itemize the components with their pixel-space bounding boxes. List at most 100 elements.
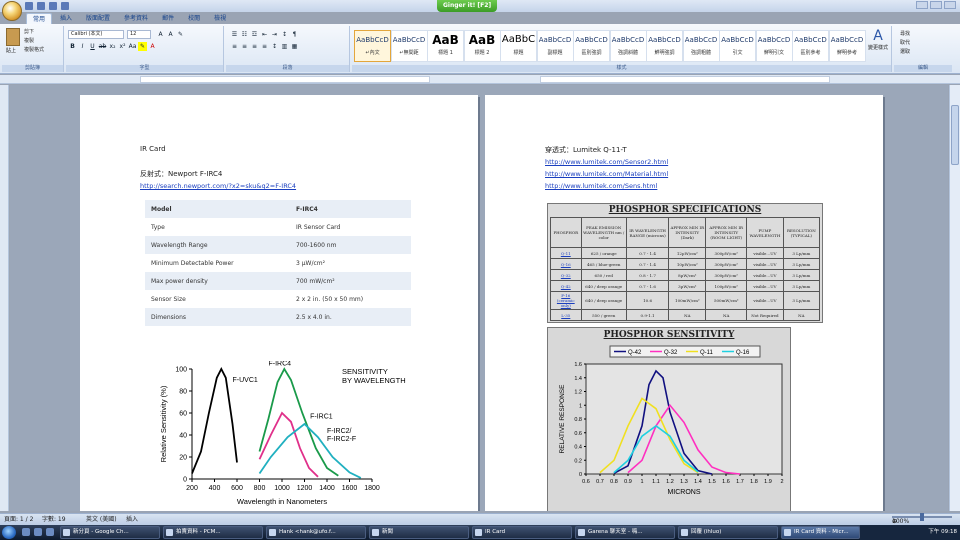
font-size-box[interactable]: 12 xyxy=(127,30,151,39)
numbering-icon[interactable]: ☷ xyxy=(240,30,249,39)
tab-mailings[interactable]: 郵件 xyxy=(156,13,180,24)
horizontal-ruler[interactable] xyxy=(0,75,960,84)
change-case-icon[interactable]: Aa xyxy=(128,42,137,51)
newport-link[interactable]: http://search.newport.com/?x2=sku&q2=F-I… xyxy=(140,182,296,190)
multilevel-list-icon[interactable]: ☲ xyxy=(250,30,259,39)
scroll-thumb[interactable] xyxy=(951,105,959,165)
x-tick-label: 200 xyxy=(186,485,198,492)
decrease-indent-icon[interactable]: ⇤ xyxy=(260,30,269,39)
increase-indent-icon[interactable]: ⇥ xyxy=(270,30,279,39)
borders-icon[interactable]: ▦ xyxy=(290,42,299,51)
tab-page-layout[interactable]: 版面配置 xyxy=(80,13,116,24)
show-marks-icon[interactable]: ¶ xyxy=(290,30,299,39)
tab-references[interactable]: 參考資料 xyxy=(118,13,154,24)
justify-icon[interactable]: ≡ xyxy=(260,42,269,51)
highlight-icon[interactable]: ✎ xyxy=(138,42,147,51)
tab-view[interactable]: 檢視 xyxy=(208,13,232,24)
style-item[interactable]: AaBbCcD 區別強調 xyxy=(573,30,610,62)
italic-icon[interactable]: I xyxy=(78,42,87,51)
zoom-slider[interactable] xyxy=(892,513,952,521)
underline-icon[interactable]: U xyxy=(88,42,97,51)
style-item[interactable]: AaBbCcD 區別參考 xyxy=(792,30,829,62)
minimize-button[interactable] xyxy=(916,1,928,9)
change-styles-button[interactable]: A 變更樣式 xyxy=(866,28,890,62)
align-left-icon[interactable]: ≡ xyxy=(230,42,239,51)
start-button[interactable] xyxy=(2,526,16,539)
vertical-ruler[interactable] xyxy=(0,85,9,511)
explorer-icon[interactable] xyxy=(46,528,54,536)
style-item[interactable]: AaBbCcD 強調粗體 xyxy=(682,30,720,62)
bold-icon[interactable]: B xyxy=(68,42,77,51)
style-item[interactable]: AaBbCcD ↵無間距 xyxy=(390,30,428,62)
cut-button[interactable]: 剪下 xyxy=(24,28,44,37)
vertical-scrollbar[interactable] xyxy=(949,85,960,511)
ginger-button[interactable]: Ginger it! [F2] xyxy=(437,0,498,12)
style-item[interactable]: AaBbCcD 強調斜體 xyxy=(609,30,647,62)
style-sample: AaBbCcD xyxy=(538,36,572,44)
x-tick-label: 800 xyxy=(254,485,266,492)
table-cell: Sensor Size xyxy=(151,295,186,303)
subscript-icon[interactable]: x₂ xyxy=(108,42,117,51)
taskbar-button[interactable]: Garena 聊天室 - 嗨... xyxy=(575,526,675,539)
paste-icon[interactable] xyxy=(6,28,20,46)
lumitek-link-sens[interactable]: http://www.lumitek.com/Sens.html xyxy=(545,182,657,190)
zoom-knob[interactable] xyxy=(920,513,924,521)
tab-insert[interactable]: 插入 xyxy=(54,13,78,24)
style-item[interactable]: AaB 標題 1 xyxy=(427,30,464,62)
tab-home[interactable]: 常用 xyxy=(26,13,53,24)
clear-format-icon[interactable]: ✎ xyxy=(176,30,185,39)
strikethrough-icon[interactable]: ab xyxy=(98,42,107,51)
page-2[interactable]: 穿透式：Lumitek Q-11-T http://www.lumitek.co… xyxy=(485,95,883,511)
y-tick-label: 40 xyxy=(179,433,187,440)
select-button[interactable]: 選取 xyxy=(900,48,910,57)
font-color-icon[interactable]: A xyxy=(148,42,157,51)
maximize-button[interactable] xyxy=(930,1,942,9)
page-count[interactable]: 頁面: 1 / 2 xyxy=(4,514,33,525)
show-desktop-icon[interactable] xyxy=(22,528,30,536)
customize-icon[interactable] xyxy=(61,2,69,10)
language-indicator[interactable]: 英文 (美國) xyxy=(86,514,117,525)
undo-icon[interactable] xyxy=(37,2,45,10)
shading-icon[interactable]: ▥ xyxy=(280,42,289,51)
lumitek-link-material[interactable]: http://www.lumitek.com/Material.html xyxy=(545,170,668,178)
replace-button[interactable]: 取代 xyxy=(900,39,910,48)
style-item[interactable]: AaBbCcD 副標題 xyxy=(536,30,574,62)
line-spacing-icon[interactable]: ↕ xyxy=(270,42,279,51)
superscript-icon[interactable]: x² xyxy=(118,42,127,51)
taskbar-button[interactable]: IR Card xyxy=(472,526,572,539)
style-item[interactable]: AaBbCcD ↵內文 xyxy=(354,30,391,62)
style-item[interactable]: AaBbCcD 引文 xyxy=(719,30,756,62)
style-item[interactable]: AaBbCcD 鮮明引文 xyxy=(755,30,793,62)
page-1[interactable]: IR Card 反射式：Newport F-IRC4 http://search… xyxy=(80,95,478,511)
insert-mode[interactable]: 插入 xyxy=(126,514,138,525)
font-name-box[interactable]: Calibri (本文) xyxy=(68,30,124,39)
bullets-icon[interactable]: ☰ xyxy=(230,30,239,39)
sort-icon[interactable]: ↕ xyxy=(280,30,289,39)
close-button[interactable] xyxy=(944,1,956,9)
style-item[interactable]: AaB 標題 2 xyxy=(463,30,501,62)
style-item[interactable]: AaBbCcD 鮮明參考 xyxy=(828,30,866,62)
taskbar-button[interactable]: 新分頁 - Google Ch... xyxy=(60,526,160,539)
lumitek-link-sensor[interactable]: http://www.lumitek.com/Sensor2.html xyxy=(545,158,668,166)
taskbar-button[interactable]: Hank <hank@ufo.f... xyxy=(266,526,366,539)
browser-icon[interactable] xyxy=(34,528,42,536)
redo-icon[interactable] xyxy=(49,2,57,10)
taskbar-button[interactable]: 拍賣資料 - PCM... xyxy=(163,526,263,539)
taskbar-button[interactable]: 新聞 xyxy=(369,526,469,539)
word-count[interactable]: 字數: 19 xyxy=(42,514,66,525)
copy-button[interactable]: 複製 xyxy=(24,37,44,46)
style-item[interactable]: AaBbC 標題 xyxy=(500,30,537,62)
taskbar-button[interactable]: 回覆 (ihluo) xyxy=(678,526,778,539)
clock[interactable]: 下午 09:18 xyxy=(928,529,957,535)
grow-font-icon[interactable]: A xyxy=(156,30,165,39)
taskbar-button[interactable]: IR Card 資料 - Micr... xyxy=(781,526,860,539)
style-item[interactable]: AaBbCcD 鮮明強調 xyxy=(646,30,683,62)
align-right-icon[interactable]: ≡ xyxy=(250,42,259,51)
find-button[interactable]: 尋找 xyxy=(900,30,910,39)
tab-review[interactable]: 校閱 xyxy=(182,13,206,24)
shrink-font-icon[interactable]: A xyxy=(166,30,175,39)
format-painter-button[interactable]: 複製格式 xyxy=(24,46,44,55)
office-button[interactable] xyxy=(2,1,22,21)
align-center-icon[interactable]: ≡ xyxy=(240,42,249,51)
save-icon[interactable] xyxy=(25,2,33,10)
